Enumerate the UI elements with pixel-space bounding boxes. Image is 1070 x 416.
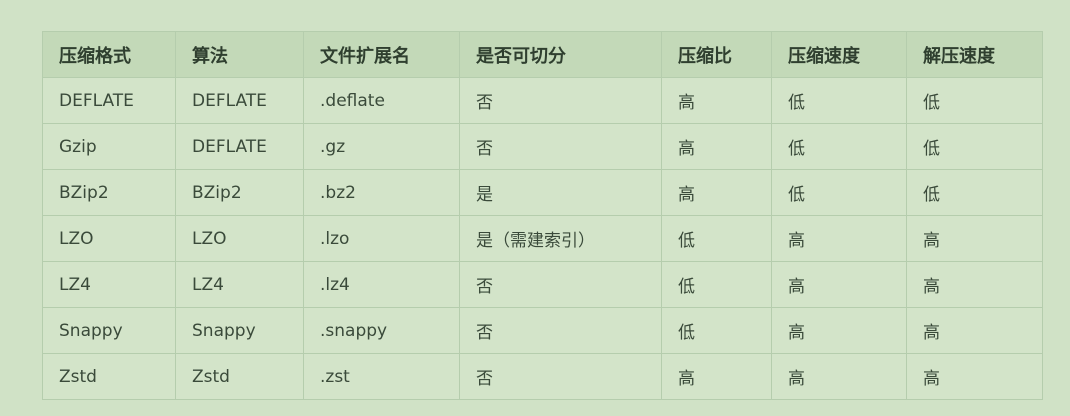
table-cell: 低 (906, 77, 1043, 124)
table-cell: 高 (906, 215, 1043, 262)
table-cell: 否 (459, 123, 662, 170)
table-cell: 高 (661, 77, 772, 124)
table-cell: .lz4 (303, 261, 460, 308)
table-cell: DEFLATE (175, 77, 304, 124)
column-header-extension: 文件扩展名 (303, 31, 460, 78)
column-header-compress-speed: 压缩速度 (771, 31, 907, 78)
table-cell: .deflate (303, 77, 460, 124)
table-cell: 高 (906, 307, 1043, 354)
table-cell: 高 (906, 261, 1043, 308)
table-cell: .zst (303, 353, 460, 400)
table-cell: BZip2 (42, 169, 176, 216)
table-cell: Snappy (42, 307, 176, 354)
table-cell: 低 (661, 215, 772, 262)
table-cell: Gzip (42, 123, 176, 170)
table-cell: 低 (771, 169, 907, 216)
table-cell: 低 (906, 169, 1043, 216)
column-header-decompress-speed: 解压速度 (906, 31, 1043, 78)
table-cell: LZO (175, 215, 304, 262)
table-cell: LZ4 (175, 261, 304, 308)
table-cell: 是（需建索引） (459, 215, 662, 262)
table-cell: Zstd (42, 353, 176, 400)
table-cell: 是 (459, 169, 662, 216)
table-cell: Zstd (175, 353, 304, 400)
table-cell: .lzo (303, 215, 460, 262)
table-cell: 否 (459, 353, 662, 400)
table-row: Zstd Zstd .zst 否 高 高 高 (42, 353, 1043, 400)
table-cell: 低 (661, 307, 772, 354)
compression-formats-table: 压缩格式 算法 文件扩展名 是否可切分 压缩比 压缩速度 解压速度 DEFLAT… (42, 31, 1043, 400)
table-cell: BZip2 (175, 169, 304, 216)
table-cell: .gz (303, 123, 460, 170)
table-cell: DEFLATE (175, 123, 304, 170)
table-cell: 高 (771, 307, 907, 354)
table-cell: 高 (661, 353, 772, 400)
table-cell: 高 (906, 353, 1043, 400)
table-row: LZ4 LZ4 .lz4 否 低 高 高 (42, 261, 1043, 308)
table-row: DEFLATE DEFLATE .deflate 否 高 低 低 (42, 77, 1043, 124)
table-cell: LZO (42, 215, 176, 262)
table-cell: 否 (459, 261, 662, 308)
table-cell: 低 (771, 77, 907, 124)
column-header-ratio: 压缩比 (661, 31, 772, 78)
table-cell: 高 (661, 123, 772, 170)
table-row: Snappy Snappy .snappy 否 低 高 高 (42, 307, 1043, 354)
table-cell: 否 (459, 307, 662, 354)
table-row: BZip2 BZip2 .bz2 是 高 低 低 (42, 169, 1043, 216)
column-header-format: 压缩格式 (42, 31, 176, 78)
table-cell: 高 (771, 215, 907, 262)
table-cell: 低 (771, 123, 907, 170)
table-cell: 高 (771, 261, 907, 308)
table-cell: 否 (459, 77, 662, 124)
table-cell: 低 (661, 261, 772, 308)
table-header-row: 压缩格式 算法 文件扩展名 是否可切分 压缩比 压缩速度 解压速度 (42, 31, 1043, 78)
table-cell: DEFLATE (42, 77, 176, 124)
column-header-splittable: 是否可切分 (459, 31, 662, 78)
table-cell: 高 (771, 353, 907, 400)
table-row: LZO LZO .lzo 是（需建索引） 低 高 高 (42, 215, 1043, 262)
compression-table-container: 压缩格式 算法 文件扩展名 是否可切分 压缩比 压缩速度 解压速度 DEFLAT… (42, 31, 1043, 400)
table-cell: .bz2 (303, 169, 460, 216)
table-cell: 高 (661, 169, 772, 216)
table-cell: Snappy (175, 307, 304, 354)
table-cell: .snappy (303, 307, 460, 354)
table-row: Gzip DEFLATE .gz 否 高 低 低 (42, 123, 1043, 170)
column-header-algorithm: 算法 (175, 31, 304, 78)
table-cell: LZ4 (42, 261, 176, 308)
table-cell: 低 (906, 123, 1043, 170)
